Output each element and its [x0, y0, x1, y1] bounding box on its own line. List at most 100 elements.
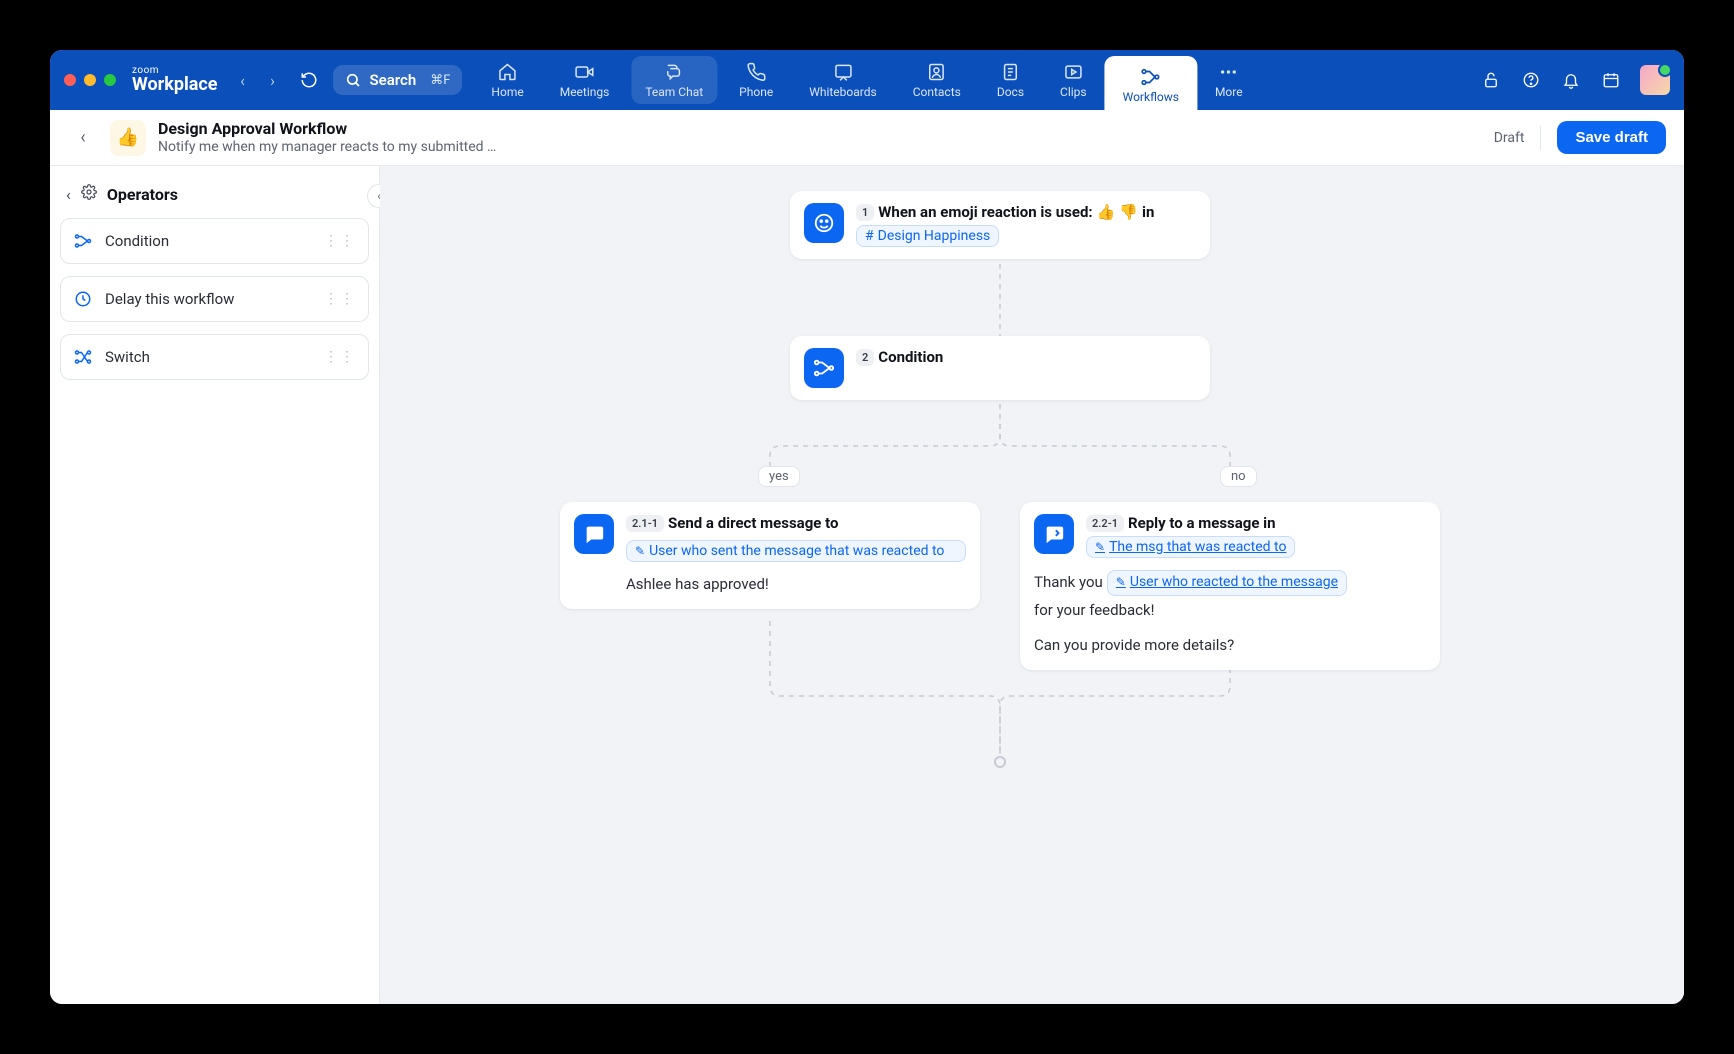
- workflow-title: Design Approval Workflow: [158, 119, 496, 139]
- step-badge: 2: [856, 349, 874, 366]
- nav-forward-button[interactable]: ›: [259, 67, 285, 93]
- sidebar-header: ‹ Operators: [60, 176, 369, 218]
- reply-body-1a: Thank you: [1034, 572, 1103, 593]
- calendar-icon[interactable]: [1600, 69, 1622, 91]
- help-icon[interactable]: [1520, 69, 1542, 91]
- history-nav: ‹ ›: [229, 67, 285, 93]
- dm-body: Ashlee has approved!: [560, 574, 980, 609]
- operator-switch[interactable]: Switch ⋮⋮: [60, 334, 369, 380]
- brand-logo: zoom Workplace: [132, 66, 217, 94]
- operator-delay[interactable]: Delay this workflow ⋮⋮: [60, 276, 369, 322]
- nav-tab-label: Team Chat: [645, 85, 703, 99]
- reactor-chip[interactable]: ✎ User who reacted to the message: [1107, 570, 1347, 596]
- channel-chip[interactable]: # Design Happiness: [856, 225, 999, 247]
- nav-tab-phone[interactable]: Phone: [721, 50, 791, 110]
- more-icon: [1219, 62, 1239, 82]
- operators-sidebar: ‹ Operators ‹ Condition ⋮⋮ Delay this wo…: [50, 166, 380, 1004]
- trigger-node[interactable]: 1 When an emoji reaction is used: 👍 👎 in…: [790, 191, 1210, 259]
- workflow-canvas[interactable]: 1 When an emoji reaction is used: 👍 👎 in…: [380, 166, 1684, 1004]
- operator-label: Delay this workflow: [105, 290, 312, 308]
- home-icon: [498, 62, 518, 82]
- condition-icon: [73, 231, 93, 251]
- whiteboard-icon: [833, 62, 853, 82]
- search-placeholder: Search: [369, 71, 416, 89]
- condition-node[interactable]: 2 Condition: [790, 336, 1210, 400]
- phone-icon: [746, 62, 766, 82]
- reply-icon: [1034, 514, 1074, 554]
- back-button[interactable]: ‹: [68, 123, 98, 153]
- save-draft-button[interactable]: Save draft: [1557, 121, 1666, 154]
- reply-body-1b: for your feedback!: [1034, 600, 1155, 621]
- bell-icon[interactable]: [1560, 69, 1582, 91]
- nav-tab-label: Docs: [997, 85, 1024, 99]
- workflow-header: ‹ 👍 Design Approval Workflow Notify me w…: [50, 110, 1684, 166]
- condition-node-icon: [804, 348, 844, 388]
- sidebar-back-icon[interactable]: ‹: [66, 185, 71, 204]
- chat-icon: [664, 62, 684, 82]
- search-icon: [345, 72, 361, 88]
- nav-back-button[interactable]: ‹: [229, 67, 255, 93]
- workflow-titles: Design Approval Workflow Notify me when …: [158, 119, 496, 157]
- target-message-chip[interactable]: ✎ The msg that was reacted to: [1086, 536, 1295, 558]
- nav-tab-workflows[interactable]: Workflows: [1105, 56, 1197, 110]
- nav-tab-clips[interactable]: Clips: [1042, 50, 1105, 110]
- trigger-text-after: in: [1142, 203, 1154, 221]
- reply-node[interactable]: 2.2-1 Reply to a message in ✎ The msg th…: [1020, 502, 1440, 670]
- user-avatar[interactable]: [1640, 65, 1670, 95]
- reply-body-2: Can you provide more details?: [1034, 635, 1426, 656]
- docs-icon: [1000, 62, 1020, 82]
- reply-body: Thank you ✎ User who reacted to the mess…: [1020, 570, 1440, 670]
- reactor-chip-text: User who reacted to the message: [1130, 573, 1338, 593]
- history-icon: [300, 71, 318, 89]
- nav-tab-meetings[interactable]: Meetings: [542, 50, 628, 110]
- nav-tab-docs[interactable]: Docs: [979, 50, 1042, 110]
- lock-icon[interactable]: [1480, 69, 1502, 91]
- nav-tab-more[interactable]: More: [1197, 50, 1261, 110]
- nav-tab-label: Whiteboards: [809, 85, 877, 99]
- step-badge: 2.1-1: [626, 515, 664, 532]
- branch-yes-label: yes: [758, 466, 800, 487]
- nav-tab-label: Workflows: [1123, 90, 1179, 104]
- operator-label: Condition: [105, 232, 312, 250]
- nav-tab-team-chat[interactable]: Team Chat: [631, 56, 717, 104]
- window-controls[interactable]: [64, 74, 116, 86]
- sidebar-title: Operators: [107, 185, 178, 204]
- branch-no-label: no: [1220, 466, 1257, 487]
- pencil-icon: ✎: [1095, 540, 1105, 554]
- nav-tab-label: Phone: [739, 85, 773, 99]
- operator-label: Switch: [105, 348, 312, 366]
- drag-handle-icon[interactable]: ⋮⋮: [324, 349, 356, 365]
- global-search[interactable]: Search ⌘F: [333, 65, 462, 95]
- close-window-icon[interactable]: [64, 74, 76, 86]
- condition-label: Condition: [878, 348, 943, 366]
- end-node[interactable]: [994, 756, 1006, 768]
- nav-tab-label: Contacts: [913, 85, 961, 99]
- nav-tab-label: More: [1215, 85, 1243, 99]
- workflow-body: ‹ Operators ‹ Condition ⋮⋮ Delay this wo…: [50, 166, 1684, 1004]
- dm-icon: [574, 514, 614, 554]
- target-message-text: The msg that was reacted to: [1109, 539, 1286, 555]
- dm-node[interactable]: 2.1-1 Send a direct message to ✎ User wh…: [560, 502, 980, 609]
- workflow-emoji: 👍: [110, 120, 146, 156]
- reply-title: Reply to a message in: [1128, 514, 1276, 532]
- minimize-window-icon[interactable]: [84, 74, 96, 86]
- step-badge: 2.2-1: [1086, 515, 1124, 532]
- drag-handle-icon[interactable]: ⋮⋮: [324, 233, 356, 249]
- switch-icon: [73, 347, 93, 367]
- nav-tab-whiteboards[interactable]: Whiteboards: [791, 50, 895, 110]
- top-navbar: zoom Workplace ‹ › Search ⌘F Home Meetin…: [50, 50, 1684, 110]
- clock-icon: [73, 289, 93, 309]
- nav-tab-home[interactable]: Home: [473, 50, 541, 110]
- operator-condition[interactable]: Condition ⋮⋮: [60, 218, 369, 264]
- maximize-window-icon[interactable]: [104, 74, 116, 86]
- divider: [1540, 126, 1541, 150]
- app-window: zoom Workplace ‹ › Search ⌘F Home Meetin…: [50, 50, 1684, 1004]
- drag-handle-icon[interactable]: ⋮⋮: [324, 291, 356, 307]
- emoji-thumbs-up: 👍: [1097, 203, 1116, 221]
- trigger-text-before: When an emoji reaction is used:: [878, 203, 1092, 221]
- nav-tab-label: Clips: [1060, 85, 1087, 99]
- history-button[interactable]: [295, 66, 323, 94]
- video-icon: [575, 62, 595, 82]
- nav-tab-contacts[interactable]: Contacts: [895, 50, 979, 110]
- recipient-chip[interactable]: ✎ User who sent the message that was rea…: [626, 540, 966, 562]
